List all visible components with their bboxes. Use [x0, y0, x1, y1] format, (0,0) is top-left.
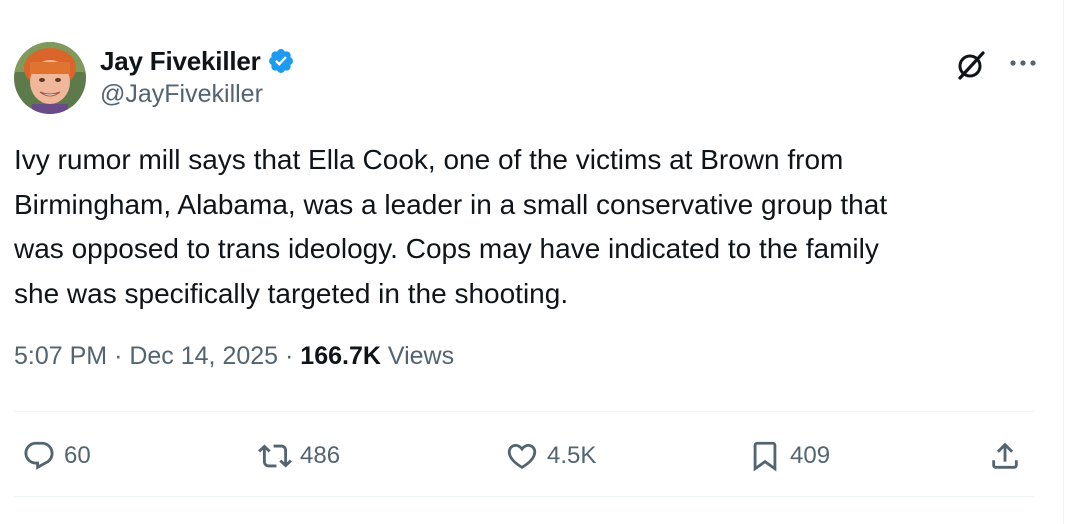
- divider: [14, 411, 1034, 412]
- tweet-text-line: was opposed to trans ideology. Cops may …: [14, 233, 879, 264]
- bookmark-button[interactable]: 409: [748, 436, 830, 476]
- repost-count: 486: [300, 442, 341, 469]
- tweet-text-line: Ivy rumor mill says that Ella Cook, one …: [14, 144, 844, 175]
- bookmark-icon: [753, 441, 777, 472]
- tweet-time[interactable]: 5:07 PM: [14, 342, 107, 370]
- reply-button[interactable]: 60: [22, 436, 91, 476]
- views-count[interactable]: 166.7K: [300, 342, 381, 370]
- display-name-row: Jay Fivekiller: [100, 44, 295, 78]
- verified-badge-icon[interactable]: [267, 47, 295, 75]
- column-border: [1063, 0, 1064, 524]
- divider: [14, 496, 1034, 497]
- share-button[interactable]: [988, 436, 1022, 476]
- like-count: 4.5K: [547, 442, 597, 469]
- tweet-header: Jay Fivekiller @JayFivekiller: [14, 42, 1044, 116]
- display-name[interactable]: Jay Fivekiller: [100, 46, 261, 77]
- meta-separator: ·: [285, 342, 294, 370]
- tweet-card: Jay Fivekiller @JayFivekiller Ivy rumor …: [0, 0, 1063, 524]
- author-names: Jay Fivekiller @JayFivekiller: [100, 44, 295, 109]
- reply-count: 60: [64, 442, 91, 469]
- reply-icon: [24, 441, 54, 470]
- views-label: Views: [387, 342, 455, 370]
- tweet-date[interactable]: Dec 14, 2025: [129, 342, 278, 370]
- more-icon[interactable]: [1006, 48, 1040, 78]
- bookmark-count: 409: [790, 442, 831, 469]
- tweet-text-line: she was specifically targeted in the sho…: [14, 277, 569, 309]
- avatar[interactable]: [14, 42, 86, 114]
- like-icon: [507, 443, 537, 469]
- author-handle[interactable]: @JayFivekiller: [100, 80, 295, 109]
- grok-icon[interactable]: [954, 48, 988, 82]
- repost-button[interactable]: 486: [258, 436, 340, 476]
- tweet-meta: 5:07 PM · Dec 14, 2025 · 166.7K Views: [14, 342, 454, 371]
- repost-icon: [258, 444, 292, 468]
- meta-separator: ·: [114, 342, 123, 370]
- like-button[interactable]: 4.5K: [505, 436, 596, 476]
- share-icon: [992, 442, 1018, 469]
- tweet-text: Ivy rumor mill says that Ella Cook, one …: [14, 138, 1034, 316]
- tweet-text-line: Birmingham, Alabama, was a leader in a s…: [14, 188, 888, 220]
